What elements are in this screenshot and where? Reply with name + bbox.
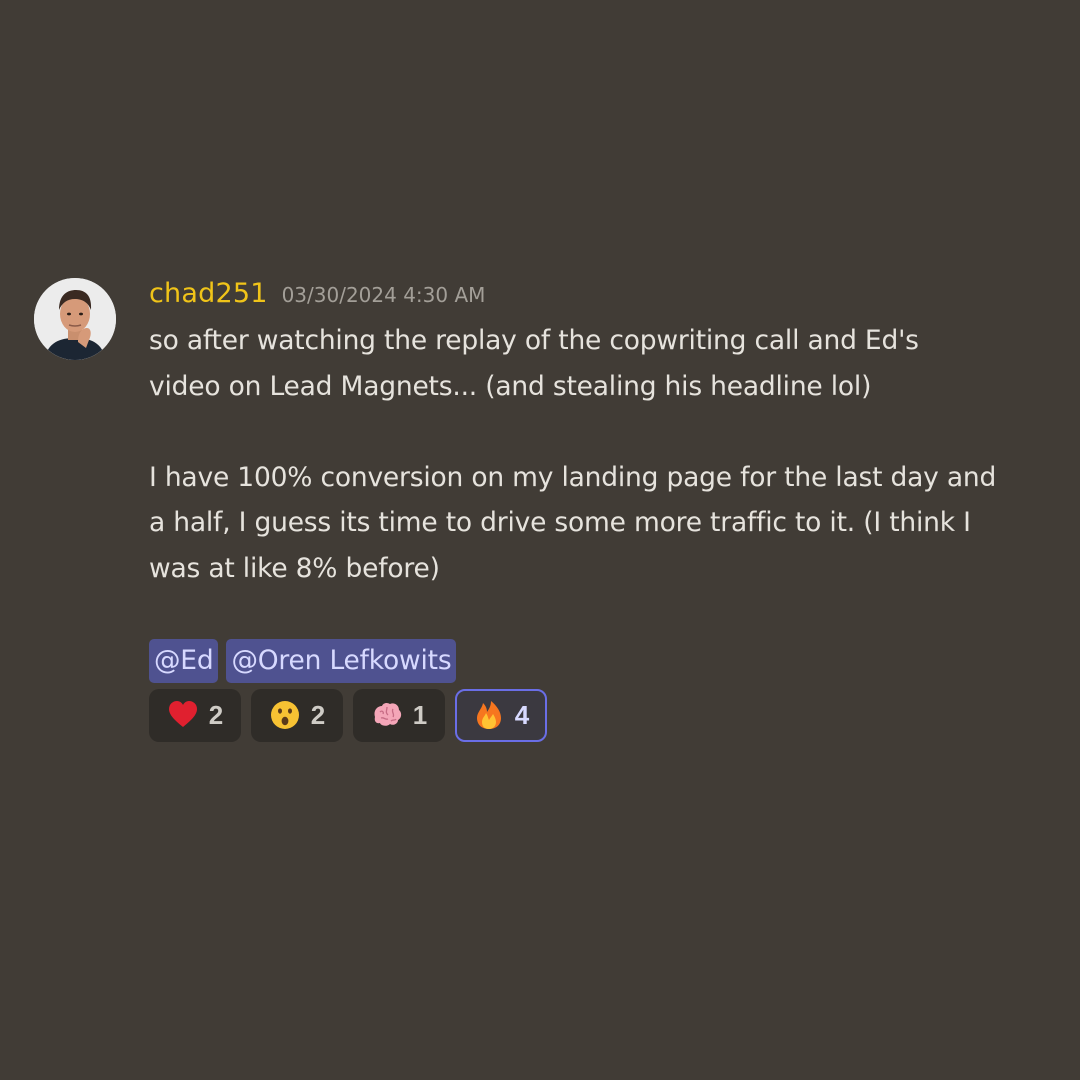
message-body: so after watching the replay of the copw… [149,318,1039,637]
avatar[interactable] [34,278,116,360]
message-line: was at like 8% before) [149,552,440,584]
heart-icon [167,699,199,731]
mention-ed[interactable]: @Ed [149,639,219,683]
reaction-count: 2 [310,699,326,730]
message-line: I have 100% conversion on my landing pag… [149,461,997,493]
fire-icon [473,699,505,731]
message-line: video on Lead Magnets... (and stealing h… [149,370,872,402]
reaction-count: 4 [514,699,530,730]
message-line: so after watching the replay of the copw… [149,325,919,356]
mentions: @Ed @Oren Lefkowits [149,639,1039,684]
message-line: a half, I guess its time to drive some m… [149,507,971,538]
reaction-brain[interactable]: 1 [353,688,445,742]
message-header: chad251 03/30/2024 4:30 AM [149,278,1039,318]
reactions-bar: 2 2 1 4 [149,688,1039,742]
reaction-hushed-face[interactable]: 2 [251,688,343,742]
reaction-heart[interactable]: 2 [149,688,241,742]
reaction-count: 1 [412,699,428,730]
username[interactable]: chad251 [149,278,268,309]
message-content: chad251 03/30/2024 4:30 AM so after watc… [149,278,1039,742]
brain-icon [371,699,403,731]
reaction-count: 2 [208,699,224,730]
timestamp[interactable]: 03/30/2024 4:30 AM [282,283,486,307]
hushed-face-icon [269,699,301,731]
reaction-fire[interactable]: 4 [455,688,547,742]
mention-oren-lefkowits[interactable]: @Oren Lefkowits [226,639,457,683]
